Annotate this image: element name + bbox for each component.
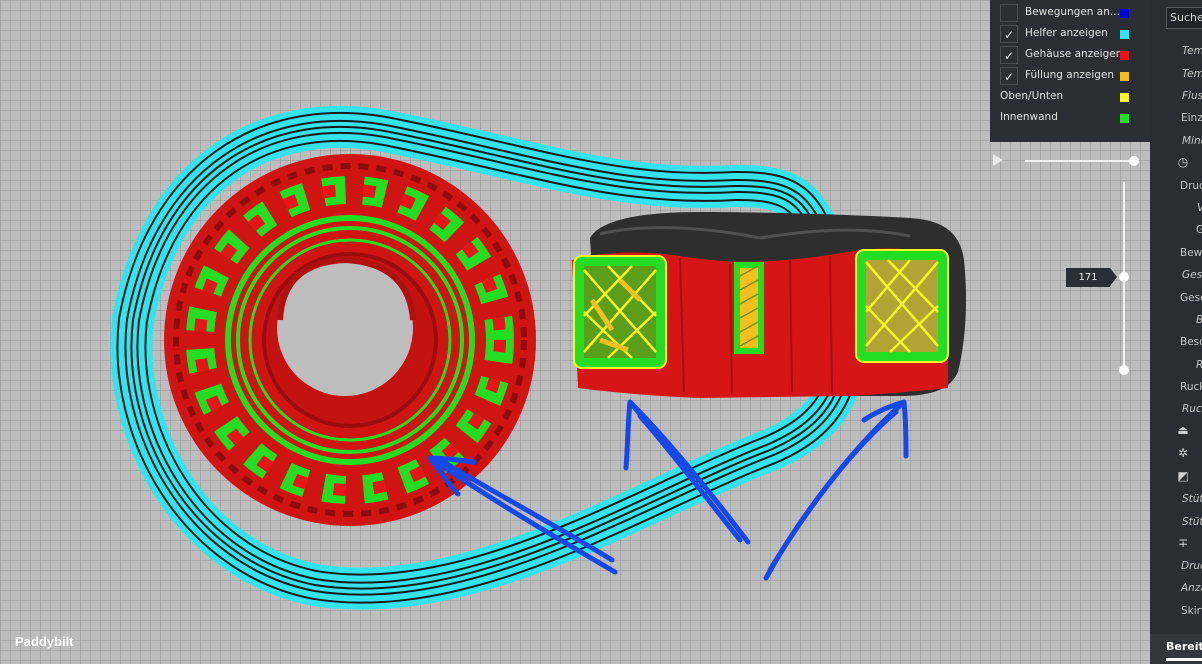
setting-item[interactable]: Stüt (1182, 516, 1202, 534)
status-progress-bar (1166, 658, 1202, 661)
setting-item[interactable]: Gesc (1182, 269, 1202, 287)
setting-item[interactable]: Druc (1180, 180, 1202, 198)
legend-swatch (1120, 114, 1129, 123)
check-icon[interactable]: ✓ (1000, 25, 1018, 43)
setting-item[interactable]: R (1196, 359, 1202, 377)
legend-label: Bewegungen an... (1025, 6, 1120, 18)
legend-swatch (1120, 9, 1129, 18)
support-structure-icon: ◩ (1177, 469, 1189, 483)
current-layer-input[interactable]: 171 (1066, 268, 1110, 287)
settings-search-input[interactable]: Suchen (1166, 7, 1202, 29)
setting-item[interactable]: Anza (1181, 582, 1202, 600)
layer-slider-top-handle[interactable] (1119, 272, 1129, 282)
legend-label: Oben/Unten (1000, 90, 1064, 102)
legend-label: Helfer anzeigen (1025, 27, 1108, 39)
setting-item[interactable]: Tem (1182, 45, 1202, 63)
play-icon[interactable] (993, 154, 1003, 166)
setting-item[interactable]: Bew (1180, 247, 1202, 265)
setting-item[interactable]: Besc (1180, 336, 1202, 354)
legend-swatch (1120, 72, 1129, 81)
setting-item[interactable]: Ruck (1182, 403, 1202, 421)
legend-label: Innenwand (1000, 111, 1058, 123)
color-legend-panel: Bewegungen an... ✓ Helfer anzeigen ✓ Geh… (990, 0, 1150, 142)
setting-item[interactable]: Ruck (1180, 381, 1202, 399)
setting-item[interactable]: Einzu (1181, 112, 1202, 130)
check-icon[interactable]: ✓ (1000, 46, 1018, 64)
legend-label: Gehäuse anzeigen (1025, 48, 1123, 60)
left-wheel (164, 154, 536, 526)
layer-badge-pointer (1110, 268, 1117, 286)
setting-item[interactable]: Tem (1182, 68, 1202, 86)
setting-item[interactable]: V (1197, 202, 1202, 220)
setting-item[interactable]: Mind (1182, 135, 1202, 153)
setting-item[interactable]: G (1196, 224, 1202, 242)
cooling-fan-icon: ✲ (1177, 446, 1189, 460)
print-settings-sidebar: Suchen Tem Tem Flus Einzu Mind Druc VG Bew Gesc G… (1150, 0, 1202, 664)
setting-item[interactable]: B (1196, 314, 1202, 332)
legend-row-helpers[interactable]: ✓ Helfer anzeigen (990, 25, 1150, 45)
status-label: Bereit (1166, 640, 1202, 653)
setting-item[interactable]: Skirt (1181, 605, 1202, 623)
speed-gauge-icon: ◷ (1177, 155, 1189, 169)
check-icon[interactable]: ✓ (1000, 67, 1018, 85)
support-icon: ⏏ (1177, 423, 1189, 437)
legend-swatch (1120, 30, 1129, 39)
3d-viewport[interactable]: Bewegungen an... ✓ Helfer anzeigen ✓ Geh… (0, 0, 1150, 664)
setting-item[interactable]: Druc (1181, 560, 1202, 578)
layer-progress-slider[interactable] (1025, 160, 1135, 162)
legend-row-travel[interactable]: Bewegungen an... (990, 4, 1150, 24)
legend-row-shell[interactable]: ✓ Gehäuse anzeigen (990, 46, 1150, 66)
legend-row-top-bottom: Oben/Unten (990, 88, 1150, 108)
legend-swatch (1120, 51, 1129, 60)
setting-item[interactable]: Gesc (1180, 292, 1202, 310)
adhesion-icon: ∓ (1177, 536, 1189, 550)
right-wheel (572, 212, 966, 398)
legend-row-infill[interactable]: ✓ Füllung anzeigen (990, 67, 1150, 87)
legend-checkbox[interactable] (1000, 4, 1018, 22)
setting-item[interactable]: Stüt (1182, 493, 1202, 511)
progress-slider-handle[interactable] (1129, 156, 1139, 166)
watermark: Paddybilt (15, 634, 74, 649)
slice-preview (110, 105, 966, 610)
legend-label: Füllung anzeigen (1025, 69, 1115, 81)
legend-swatch (1120, 93, 1129, 102)
setting-item[interactable]: Flus (1182, 90, 1202, 108)
legend-row-inner-wall: Innenwand (990, 109, 1150, 129)
layer-slider-bottom-handle[interactable] (1119, 365, 1129, 375)
